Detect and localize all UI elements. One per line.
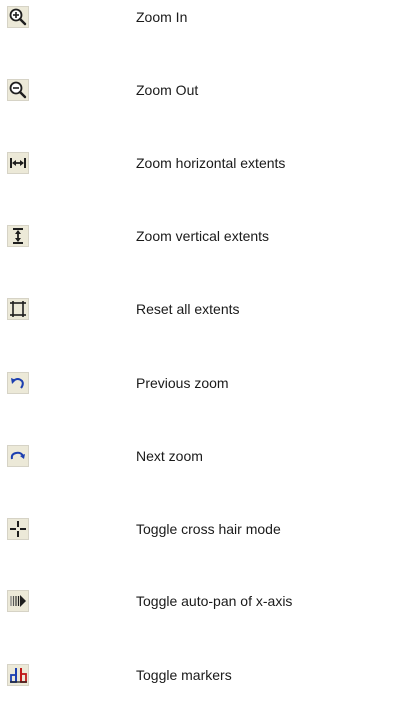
zoom-in-icon: [7, 6, 29, 28]
zoom-horizontal-extents-icon: [7, 152, 29, 174]
markers-icon: [7, 664, 29, 686]
legend-row-reset-extents: Reset all extents: [0, 298, 402, 322]
legend-label: Reset all extents: [136, 301, 240, 317]
legend-row-zoom-in: Zoom In: [0, 6, 402, 30]
legend-label: Zoom Out: [136, 82, 199, 98]
previous-zoom-icon: [7, 372, 29, 394]
legend-row-previous-zoom: Previous zoom: [0, 372, 402, 396]
legend-label: Zoom vertical extents: [136, 228, 270, 244]
legend-label: Previous zoom: [136, 375, 229, 391]
reset-extents-icon: [7, 298, 29, 320]
zoom-vertical-extents-icon: [7, 225, 29, 247]
legend-row-cross-hair: Toggle cross hair mode: [0, 518, 402, 542]
cross-hair-icon: [7, 518, 29, 540]
legend-label: Zoom In: [136, 9, 188, 25]
legend-label: Toggle auto-pan of x-axis: [136, 593, 293, 609]
next-zoom-icon: [7, 445, 29, 467]
legend-row-zoom-vertical-extents: Zoom vertical extents: [0, 225, 402, 249]
legend-row-auto-pan: Toggle auto-pan of x-axis: [0, 590, 402, 614]
legend-row-zoom-horizontal-extents: Zoom horizontal extents: [0, 152, 402, 176]
legend-row-zoom-out: Zoom Out: [0, 79, 402, 103]
legend-label: Next zoom: [136, 448, 203, 464]
legend-row-markers: Toggle markers: [0, 664, 402, 688]
legend-label: Zoom horizontal extents: [136, 155, 286, 171]
auto-pan-icon: [7, 590, 29, 612]
zoom-out-icon: [7, 79, 29, 101]
legend-label: Toggle cross hair mode: [136, 521, 281, 537]
legend-label: Toggle markers: [136, 667, 232, 683]
legend-row-next-zoom: Next zoom: [0, 445, 402, 469]
